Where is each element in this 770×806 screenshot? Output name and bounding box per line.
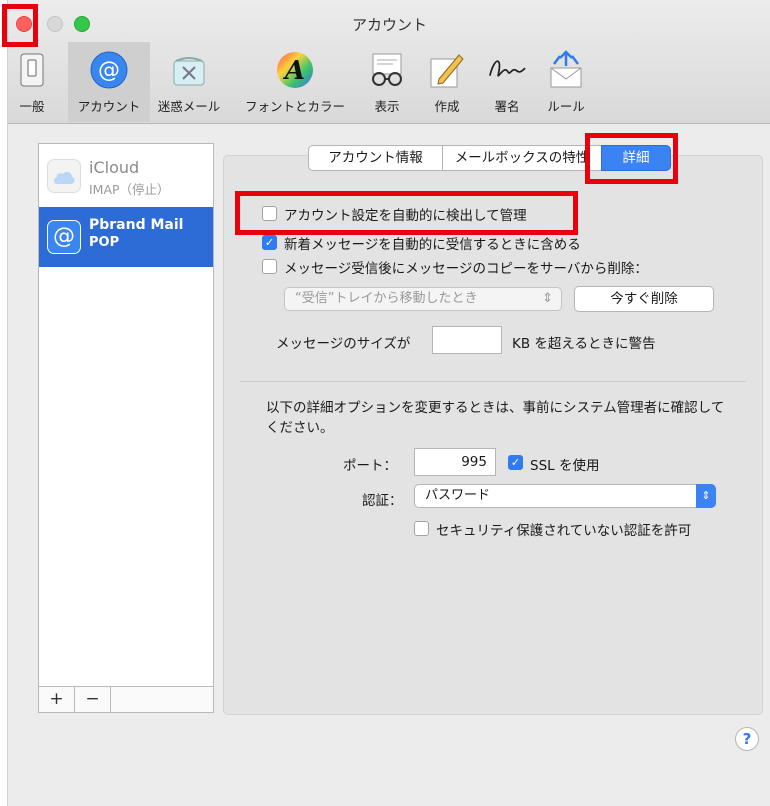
junk-trash-icon [169, 50, 209, 90]
toolbar-composing[interactable]: 作成 [420, 42, 474, 122]
toolbar: アカウント 一般 @ アカウント 迷惑メール A フォントとカラー 表示 作成 … [8, 0, 770, 124]
account-pbrand-mail[interactable]: @ Pbrand Mail POP [39, 207, 213, 267]
toolbar-rules[interactable]: ルール [538, 42, 594, 122]
toolbar-fonts-colors[interactable]: A フォントとカラー [234, 42, 356, 122]
auth-select[interactable]: パスワード ⇕ [414, 484, 716, 508]
at-sign-icon: @ [89, 50, 129, 90]
sidebar-footer: + − [39, 686, 213, 712]
account-name: iCloud [89, 158, 140, 177]
font-a-icon: A [275, 50, 315, 90]
help-button[interactable]: ? [735, 727, 759, 751]
select-arrows-icon: ⇕ [696, 484, 716, 508]
preferences-window: アカウント 一般 @ アカウント 迷惑メール A フォントとカラー 表示 作成 … [7, 0, 770, 806]
delete-now-button[interactable]: 今すぐ削除 [574, 286, 714, 312]
glasses-icon [367, 50, 407, 90]
toolbar-signatures[interactable]: 署名 [480, 42, 534, 122]
auto-detect-checkbox[interactable] [262, 206, 277, 221]
toolbar-viewing[interactable]: 表示 [360, 42, 414, 122]
insecure-auth-checkbox[interactable] [414, 521, 429, 536]
select-arrows-icon: ⇕ [542, 291, 553, 306]
delete-copy-label: メッセージ受信後にメッセージのコピーをサーバから削除： [284, 261, 648, 277]
size-limit-field[interactable] [432, 326, 502, 354]
ssl-checkbox[interactable]: ✓ [508, 455, 523, 470]
toolbar-label: 作成 [434, 99, 460, 114]
svg-text:@: @ [98, 58, 120, 83]
include-new-label: 新着メッセージを自動的に受信するときに含める [284, 237, 581, 253]
port-field[interactable]: 995 [414, 448, 496, 476]
pencil-icon [427, 50, 467, 90]
toolbar-label: 一般 [19, 99, 45, 114]
insecure-auth-label: セキュリティ保護されていない認証を許可 [436, 523, 692, 539]
auto-detect-label: アカウント設定を自動的に検出して管理 [284, 208, 527, 224]
ssl-label: SSL を使用 [530, 458, 600, 474]
tab-mailbox-behaviors[interactable]: メールボックスの特性 [442, 145, 602, 171]
signature-icon [487, 50, 527, 90]
size-prefix-label: メッセージのサイズが [276, 336, 411, 352]
port-label: ポート： [343, 458, 397, 474]
toolbar-label: 迷惑メール [157, 99, 221, 114]
delete-when-value: “受信”トレイから移動したとき [295, 291, 478, 306]
toolbar-label: 署名 [494, 99, 520, 114]
cloud-icon [47, 159, 81, 193]
toolbar-label: 表示 [374, 99, 400, 114]
toolbar-label: アカウント [77, 99, 141, 114]
account-name: Pbrand Mail [89, 217, 184, 233]
delete-when-select[interactable]: “受信”トレイから移動したとき ⇕ [284, 287, 562, 311]
auth-label: 認証： [362, 493, 403, 509]
account-icloud[interactable]: iCloud IMAP（停止） [39, 146, 213, 206]
tab-advanced[interactable]: 詳細 [601, 145, 671, 171]
section-divider [240, 381, 746, 382]
account-type: POP [89, 235, 120, 250]
rules-envelope-icon [546, 50, 586, 90]
toolbar-label: ルール [547, 99, 585, 114]
at-sign-icon: @ [47, 220, 81, 254]
tab-account-info[interactable]: アカウント情報 [308, 145, 443, 171]
toolbar-general[interactable]: 一般 [11, 42, 53, 122]
advanced-warning-text: 以下の詳細オプションを変更するときは、事前にシステム管理者に確認してください。 [266, 400, 725, 436]
toolbar-accounts[interactable]: @ アカウント [68, 42, 150, 122]
account-type: IMAP（停止） [89, 182, 170, 197]
delete-copy-checkbox[interactable] [262, 259, 277, 274]
svg-text:A: A [282, 56, 305, 86]
add-account-button[interactable]: + [39, 687, 75, 712]
window-title: アカウント [351, 16, 427, 34]
accounts-list: iCloud IMAP（停止） @ Pbrand Mail POP + − [38, 143, 214, 713]
toolbar-junk[interactable]: 迷惑メール [152, 42, 226, 122]
remove-account-button[interactable]: − [75, 687, 111, 712]
toolbar-label: フォントとカラー [244, 99, 345, 114]
include-new-checkbox[interactable]: ✓ [262, 235, 277, 250]
switch-icon [12, 50, 52, 90]
auth-value: パスワード [425, 488, 491, 503]
size-suffix-label: KB を超えるときに警告 [512, 336, 656, 352]
